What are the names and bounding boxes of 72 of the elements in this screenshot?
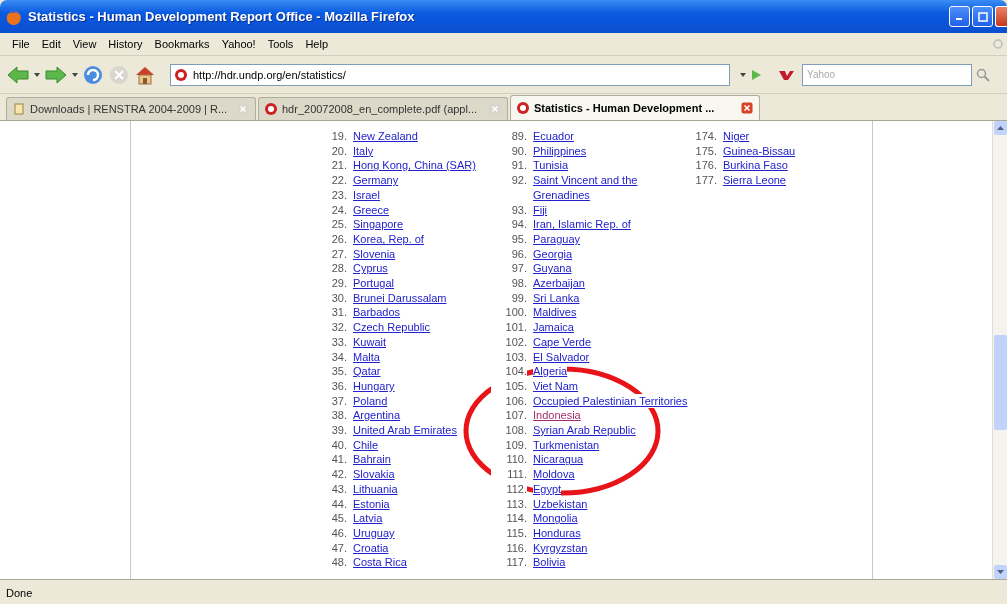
scroll-thumb[interactable] xyxy=(993,335,1007,430)
maximize-button[interactable] xyxy=(972,6,993,27)
country-link[interactable]: Guyana xyxy=(533,261,572,277)
country-link[interactable]: Cyprus xyxy=(353,261,388,277)
rank-number: 111. xyxy=(491,467,527,482)
country-link[interactable]: Argentina xyxy=(353,408,401,424)
pdf-icon xyxy=(517,102,529,114)
country-link[interactable]: Maldives xyxy=(533,305,577,321)
scroll-down-button[interactable] xyxy=(993,565,1007,579)
browser-tab[interactable]: Statistics - Human Development ... xyxy=(510,95,760,120)
search-icon[interactable] xyxy=(976,67,990,82)
maximize-icon xyxy=(977,11,988,22)
menu-item[interactable]: Yahoo! xyxy=(215,36,262,52)
up-arrow-icon xyxy=(996,126,1004,130)
dropdown-icon[interactable] xyxy=(34,72,40,77)
down-arrow-icon xyxy=(996,570,1004,574)
throbber-icon xyxy=(993,39,1003,49)
browser-tab[interactable]: hdr_20072008_en_complete.pdf (appl... xyxy=(258,97,508,120)
search-field[interactable]: Yahoo xyxy=(802,63,972,86)
menu-item[interactable]: Tools xyxy=(261,36,300,52)
country-link[interactable]: Jamaica xyxy=(533,320,574,335)
browser-tab[interactable]: Downloads | RENSTRA 2004-2009 | R... xyxy=(6,97,256,120)
menu-item[interactable]: File xyxy=(6,36,36,52)
country-link[interactable]: Singapore xyxy=(353,217,404,232)
country-link[interactable]: Occupied Palestinian Territories xyxy=(533,393,688,409)
dropdown-icon[interactable] xyxy=(72,72,78,77)
country-link[interactable]: United Arab Emirates xyxy=(353,423,457,438)
url-field[interactable]: http://hdr.undp.org/en/statistics/ xyxy=(170,63,730,86)
country-link[interactable]: Azerbaijan xyxy=(533,276,585,291)
menu-item[interactable]: Help xyxy=(299,36,334,52)
menu-item[interactable]: View xyxy=(66,36,103,52)
country-link[interactable]: Bahrain xyxy=(353,452,391,468)
reload-button[interactable] xyxy=(82,63,104,86)
country-link[interactable]: Syrian Arab Republic xyxy=(533,423,636,438)
country-link[interactable]: Iran, Islamic Rep. of xyxy=(533,217,631,232)
dropdown-icon[interactable] xyxy=(740,72,746,77)
minimize-button[interactable] xyxy=(949,6,970,27)
status-text: Done xyxy=(6,586,33,599)
country-link[interactable]: Latvia xyxy=(353,511,383,526)
country-link[interactable]: Czech Republic xyxy=(353,320,431,335)
country-link[interactable]: Uruguay xyxy=(353,526,395,541)
country-link[interactable]: Ecuador xyxy=(533,129,574,144)
scrollbar[interactable] xyxy=(992,121,1007,579)
country-link[interactable]: Slovakia xyxy=(353,467,395,482)
page-icon xyxy=(13,103,25,115)
country-link[interactable]: Algeria xyxy=(533,364,568,379)
country-link[interactable]: Mongolia xyxy=(533,511,578,526)
country-link[interactable]: Moldova xyxy=(533,467,575,482)
country-link[interactable]: Germany xyxy=(353,173,399,188)
close-icon[interactable] xyxy=(741,102,753,114)
menu-item[interactable]: Edit xyxy=(35,36,67,52)
country-link[interactable]: Portugal xyxy=(353,276,394,291)
menu-item[interactable]: Bookmarks xyxy=(148,36,216,52)
menu-item[interactable]: History xyxy=(102,36,149,52)
site-icon xyxy=(175,68,187,81)
pdf-icon xyxy=(265,103,277,115)
country-link[interactable]: Bolivia xyxy=(533,555,566,571)
country-link[interactable]: Tunisia xyxy=(533,158,569,174)
country-link[interactable]: Burkina Faso xyxy=(723,158,788,174)
country-link[interactable]: Saint Vincent and the Grenadines xyxy=(533,173,638,203)
country-link[interactable]: Nicaragua xyxy=(533,452,584,468)
country-link[interactable]: Barbados xyxy=(353,305,401,321)
country-link[interactable]: Sierra Leone xyxy=(723,173,786,188)
country-link[interactable]: Niger xyxy=(723,129,750,144)
country-link[interactable]: Hong Kong, China (SAR) xyxy=(353,158,476,174)
country-link[interactable]: New Zealand xyxy=(353,129,418,144)
country-link[interactable]: Indonesia xyxy=(533,408,581,424)
country-link[interactable]: Qatar xyxy=(353,364,381,379)
close-button[interactable] xyxy=(995,6,1007,27)
scroll-up-button[interactable] xyxy=(993,121,1007,135)
country-link[interactable]: Costa Rica xyxy=(353,555,407,571)
window-title: Statistics - Human Development Report Office - Mozilla Firefox xyxy=(28,9,416,24)
